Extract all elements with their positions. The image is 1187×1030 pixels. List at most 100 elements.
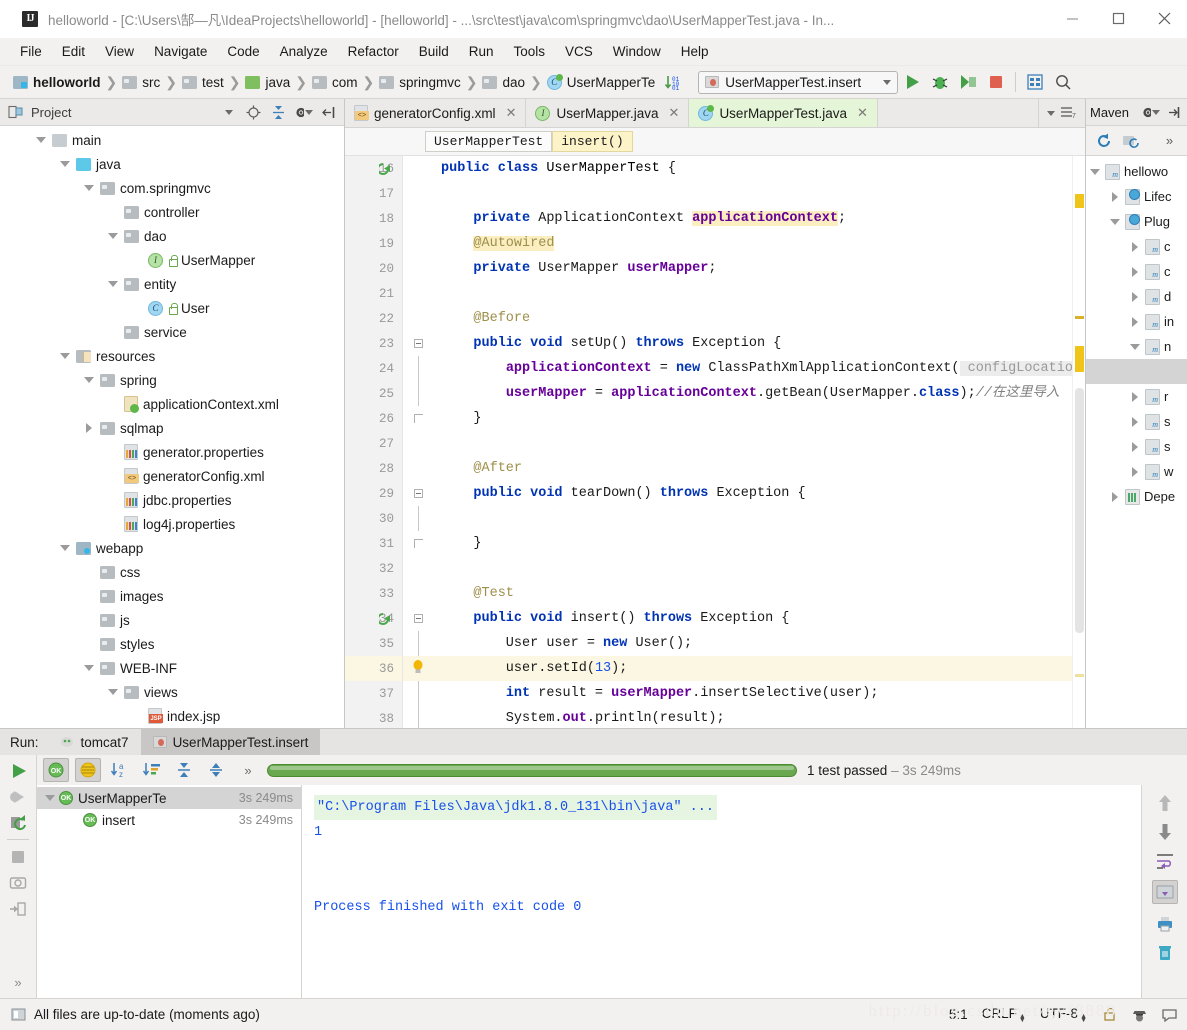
chevron-down-icon[interactable] — [106, 278, 119, 291]
code-line[interactable]: public void insert() throws Exception { — [433, 606, 1072, 631]
sort-alphabetically-icon[interactable]: az — [107, 758, 133, 782]
hide-panel-icon[interactable] — [1164, 103, 1183, 122]
close-icon[interactable]: ✕ — [669, 105, 680, 121]
layout-button[interactable] — [1021, 68, 1049, 96]
chevron-right-icon[interactable] — [1128, 290, 1141, 303]
tree-item-sqlmap[interactable]: sqlmap — [0, 416, 344, 440]
fold-marker[interactable] — [403, 281, 433, 306]
project-tree[interactable]: main java com.springmvc controller dao I UserM… — [0, 126, 344, 728]
fold-marker[interactable] — [403, 656, 433, 681]
rerun-icon[interactable] — [9, 761, 28, 780]
tree-item-js[interactable]: js — [0, 608, 344, 632]
maven-tree-item[interactable]: Depe — [1086, 484, 1187, 509]
maven-tree-item[interactable]: mr — [1086, 384, 1187, 409]
tree-item-controller[interactable]: controller — [0, 200, 344, 224]
export-icon[interactable] — [9, 899, 28, 918]
code-line[interactable]: public void tearDown() throws Exception … — [433, 481, 1072, 506]
unlocked-icon[interactable] — [1101, 1007, 1117, 1023]
tree-item-css[interactable]: css — [0, 560, 344, 584]
fold-marker[interactable] — [403, 181, 433, 206]
tab-list-dropdown-icon[interactable]: 7 — [1059, 104, 1077, 123]
show-ignored-icon[interactable] — [75, 758, 101, 782]
editor-vertical-scrollbar[interactable] — [1075, 388, 1084, 633]
run-tab-usermappertest-insert[interactable]: UserMapperTest.insert — [140, 729, 321, 755]
scroll-down-icon[interactable] — [1155, 822, 1174, 841]
fold-marker[interactable] — [403, 356, 433, 381]
locate-icon[interactable] — [244, 103, 263, 122]
code-line[interactable]: public void setUp() throws Exception { — [433, 331, 1072, 356]
menu-item-analyze[interactable]: Analyze — [270, 41, 338, 62]
chevron-down-icon[interactable] — [1108, 215, 1121, 228]
more-icon[interactable]: » — [235, 758, 261, 782]
maven-tree[interactable]: m hellowo Lifec Plug m c m c m d m in m n m r m s m s m w Depe — [1086, 156, 1187, 728]
menu-item-build[interactable]: Build — [409, 41, 459, 62]
run-configuration-selector[interactable]: UserMapperTest.insert — [698, 70, 899, 94]
breadcrumb-item-dao[interactable]: dao — [479, 74, 528, 91]
event-log-icon[interactable] — [1161, 1007, 1177, 1023]
chevron-right-icon[interactable] — [1128, 415, 1141, 428]
maven-tree-item[interactable]: ms — [1086, 434, 1187, 459]
tree-item-spring[interactable]: spring — [0, 368, 344, 392]
tree-item-java[interactable]: java — [0, 152, 344, 176]
maven-tree-item[interactable]: ms — [1086, 409, 1187, 434]
menu-item-file[interactable]: File — [10, 41, 52, 62]
fold-marker[interactable] — [403, 506, 433, 531]
rerun-failed-icon[interactable] — [9, 787, 28, 806]
scroll-up-icon[interactable] — [1155, 793, 1174, 812]
chevron-right-icon[interactable] — [1128, 465, 1141, 478]
show-passed-icon[interactable]: OK — [43, 758, 69, 782]
debug-button[interactable] — [926, 68, 954, 96]
menu-item-window[interactable]: Window — [603, 41, 671, 62]
code-line[interactable]: private ApplicationContext applicationCo… — [433, 206, 1072, 231]
console-output[interactable]: "C:\Program Files\Java\jdk1.8.0_131\bin\… — [302, 785, 1141, 998]
code-line[interactable]: User user = new User(); — [433, 631, 1072, 656]
tree-item-views[interactable]: views — [0, 680, 344, 704]
code-line[interactable] — [433, 281, 1072, 306]
tree-item-index-jsp[interactable]: index.jsp — [0, 704, 344, 728]
menu-item-code[interactable]: Code — [217, 41, 269, 62]
chevron-down-icon[interactable] — [82, 662, 95, 675]
dump-threads-icon[interactable] — [9, 873, 28, 892]
fold-marker[interactable] — [403, 606, 433, 631]
fold-marker[interactable] — [403, 231, 433, 256]
fold-marker[interactable] — [403, 256, 433, 281]
close-icon[interactable]: ✕ — [857, 105, 868, 121]
tree-item-images[interactable]: images — [0, 584, 344, 608]
fold-marker[interactable] — [403, 556, 433, 581]
fold-marker[interactable] — [403, 156, 433, 181]
breadcrumb-item-java[interactable]: java — [242, 74, 293, 91]
test-result-row[interactable]: OK UserMapperTe 3s 249ms — [37, 787, 301, 809]
minimize-icon[interactable] — [1049, 0, 1095, 38]
close-icon[interactable] — [1141, 0, 1187, 38]
menu-item-view[interactable]: View — [95, 41, 144, 62]
fold-marker[interactable] — [403, 431, 433, 456]
search-button[interactable] — [1049, 68, 1077, 96]
fold-marker[interactable] — [403, 481, 433, 506]
breadcrumb-item-src[interactable]: src — [119, 74, 163, 91]
fold-end-icon[interactable] — [413, 414, 423, 423]
code-line[interactable]: private UserMapper userMapper; — [433, 256, 1072, 281]
chevron-down-icon[interactable] — [106, 230, 119, 243]
hector-icon[interactable] — [1131, 1007, 1147, 1023]
print-icon[interactable] — [1155, 914, 1174, 933]
tree-item-resources[interactable]: resources — [0, 344, 344, 368]
hide-panel-icon[interactable] — [319, 103, 338, 122]
menu-item-help[interactable]: Help — [671, 41, 719, 62]
menu-item-vcs[interactable]: VCS — [555, 41, 603, 62]
breadcrumb-item-helloworld[interactable]: helloworld — [10, 74, 104, 91]
code-line[interactable]: System.out.println(result); — [433, 706, 1072, 728]
collapse-all-icon[interactable] — [269, 103, 288, 122]
fold-collapse-icon[interactable] — [413, 339, 423, 348]
tree-item-web-inf[interactable]: WEB-INF — [0, 656, 344, 680]
collapse-dropdown-icon[interactable] — [219, 103, 238, 122]
editor-fold-column[interactable] — [403, 156, 433, 728]
stop-button[interactable] — [982, 68, 1010, 96]
code-line[interactable]: int result = userMapper.insertSelective(… — [433, 681, 1072, 706]
tree-item-user[interactable]: C User — [0, 296, 344, 320]
fold-marker[interactable] — [403, 681, 433, 706]
fold-end-icon[interactable] — [413, 539, 423, 548]
expand-all-icon[interactable] — [171, 758, 197, 782]
chevron-right-icon[interactable] — [82, 422, 95, 435]
code-line[interactable]: } — [433, 406, 1072, 431]
tree-item-jdbc-properties[interactable]: jdbc.properties — [0, 488, 344, 512]
